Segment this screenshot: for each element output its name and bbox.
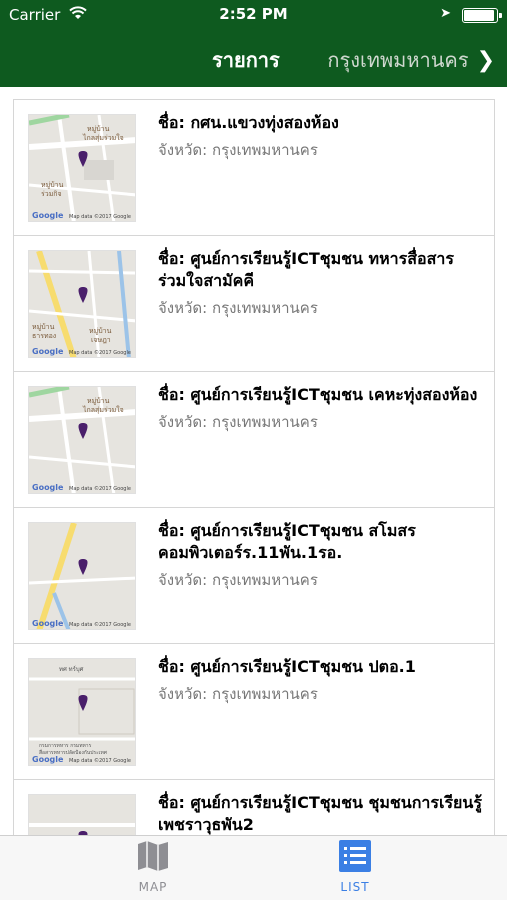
location-name: ชื่อ: ศูนย์การเรียนรู้ICTชุมชน สโมสรคอมพ… [158, 521, 416, 562]
map-label: ร่วมกิจ [41, 190, 62, 198]
navigation-bar: Carrier 2:52 PM ➤ รายการ กรุงเทพมหานคร ❯ [0, 0, 507, 87]
list-item[interactable]: Google Map data ©2017 Google ชื่อ: ศูนย์… [14, 508, 494, 644]
map-attribution: Map data ©2017 Google [69, 621, 131, 628]
map-label: กรมการทหาร กรมทหาร [39, 743, 92, 749]
map-label: หมู่บ้าน [89, 327, 112, 335]
google-logo: Google [32, 755, 64, 764]
clock-time: 2:52 PM [219, 5, 288, 23]
map-label: หมู่บ้าน [41, 181, 64, 189]
google-logo: Google [32, 211, 64, 220]
map-thumbnail: หมู่บ้าน ไกลสุ่มร่วมใจ หมู่บ้าน ร่วมกิจ … [28, 114, 136, 222]
google-logo: Google [32, 619, 64, 628]
location-province: จังหวัด: กรุงเทพมหานคร [158, 685, 318, 703]
map-label: ไกลสุ่มร่วมใจ [82, 405, 124, 414]
province-nav-label: กรุงเทพมหานคร [327, 48, 469, 72]
list-item[interactable]: ทศ ทร์บุศ กรมการทหาร กรมทหาร สื่อสารทหาร… [14, 644, 494, 780]
map-label: ธารทอง [32, 332, 56, 340]
map-icon [136, 841, 170, 876]
map-label: หมู่บ้าน [87, 125, 110, 133]
map-thumbnail: Google Map data ©2017 Google [28, 522, 136, 630]
battery-icon [462, 8, 502, 23]
page-title: รายการ [212, 48, 280, 72]
location-name: ชื่อ: ศูนย์การเรียนรู้ICTชุมชน ปตอ.1 [158, 657, 416, 676]
location-province: จังหวัด: กรุงเทพมหานคร [158, 299, 318, 317]
map-attribution: Map data ©2017 Google [69, 757, 131, 764]
status-bar: Carrier 2:52 PM ➤ [0, 0, 507, 30]
location-name: ชื่อ: กศน.แขวงทุ่งสองห้อง [158, 113, 339, 132]
tab-map[interactable]: MAP [93, 840, 213, 894]
map-thumbnail: หมู่บ้าน ธารทอง หมู่บ้าน เจษฎา Google Ma… [28, 250, 136, 358]
location-name: ชื่อ: ศูนย์การเรียนรู้ICTชุมชน เคหะทุ่งส… [158, 385, 478, 404]
list-item[interactable]: หมู่บ้าน ไกลสุ่มร่วมใจ Google Map data ©… [14, 372, 494, 508]
chevron-right-icon: ❯ [476, 47, 495, 73]
map-attribution: Map data ©2017 Google [69, 213, 131, 220]
province-nav-button[interactable]: กรุงเทพมหานคร ❯ [327, 44, 495, 76]
list-icon [339, 840, 371, 876]
map-attribution: Map data ©2017 Google [69, 349, 131, 356]
map-label: หมู่บ้าน [32, 323, 55, 331]
list-item[interactable]: หมู่บ้าน ธารทอง หมู่บ้าน เจษฎา Google Ma… [14, 236, 494, 372]
tab-map-label: MAP [138, 880, 168, 894]
google-logo: Google [32, 483, 64, 492]
location-name: ชื่อ: ศูนย์การเรียนรู้ICTชุมชน ทหารสื่อส… [158, 249, 454, 290]
map-attribution: Map data ©2017 Google [69, 485, 131, 492]
map-label: หมู่บ้าน [87, 397, 110, 405]
location-name: ชื่อ: ศูนย์การเรียนรู้ICTชุมชน ชุมชนการเ… [158, 793, 482, 834]
map-label: ไกลสุ่มร่วมใจ [82, 133, 124, 142]
location-province: จังหวัด: กรุงเทพมหานคร [158, 413, 318, 431]
location-province: จังหวัด: กรุงเทพมหานคร [158, 571, 318, 589]
map-thumbnail: ทศ ทร์บุศ กรมการทหาร กรมทหาร สื่อสารทหาร… [28, 658, 136, 766]
location-province: จังหวัด: กรุงเทพมหานคร [158, 141, 318, 159]
tab-list[interactable]: LIST [295, 840, 415, 894]
battery-fill [464, 10, 495, 21]
map-label: ทศ ทร์บุศ [59, 665, 84, 673]
list-item[interactable]: หมู่บ้าน ไกลสุ่มร่วมใจ หมู่บ้าน ร่วมกิจ … [14, 100, 494, 236]
location-arrow-icon: ➤ [440, 6, 451, 21]
map-thumbnail: หมู่บ้าน ไกลสุ่มร่วมใจ Google Map data ©… [28, 386, 136, 494]
map-thumbnail [28, 794, 136, 835]
google-logo: Google [32, 347, 64, 356]
tab-bar: MAP LIST [0, 835, 507, 900]
list-item[interactable]: ชื่อ: ศูนย์การเรียนรู้ICTชุมชน ชุมชนการเ… [14, 780, 494, 835]
map-label: เจษฎา [91, 336, 111, 344]
tab-list-label: LIST [340, 880, 370, 894]
location-list[interactable]: หมู่บ้าน ไกลสุ่มร่วมใจ หมู่บ้าน ร่วมกิจ … [13, 99, 495, 835]
